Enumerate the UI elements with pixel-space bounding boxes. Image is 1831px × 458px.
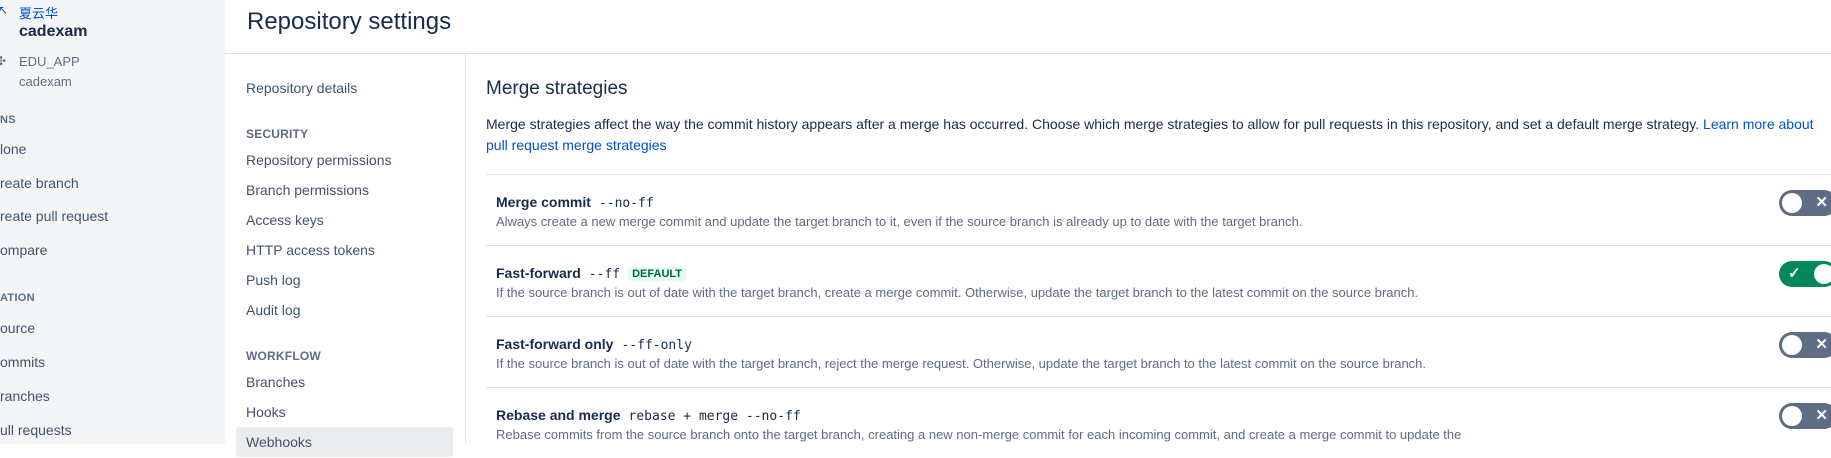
strategy-rebase-and-merge: Rebase and merge rebase + merge --no-ff R…	[486, 387, 1831, 458]
strategy-description: Always create a new merge commit and upd…	[496, 214, 1303, 229]
sidebar-item-create-pull-request[interactable]: reate pull request	[0, 208, 108, 224]
strategy-description: If the source branch is out of date with…	[496, 285, 1419, 300]
strategy-command: --ff-only	[621, 338, 692, 353]
default-badge: DEFAULT	[628, 267, 687, 281]
strategy-command: rebase + merge --no-ff	[628, 409, 801, 424]
settings-nav: Repository details SECURITY Repository p…	[225, 54, 465, 457]
sidebar-item-commits[interactable]: ommits	[0, 354, 45, 370]
repository-icon: ✣	[0, 54, 7, 68]
repository-name[interactable]: EDU_APP	[19, 54, 80, 69]
toggle-knob	[1814, 264, 1831, 284]
strategy-command: --no-ff	[598, 196, 654, 211]
close-icon: ✕	[1815, 407, 1828, 424]
nav-access-keys[interactable]: Access keys	[246, 212, 324, 228]
back-arrow-icon[interactable]: ↖	[0, 3, 8, 17]
nav-branches[interactable]: Branches	[246, 374, 305, 390]
strategy-merge-commit: Merge commit --no-ff Always create a new …	[486, 174, 1831, 245]
project-name[interactable]: cadexam	[19, 23, 88, 41]
nav-repository-permissions[interactable]: Repository permissions	[246, 152, 392, 168]
nav-workflow-heading: WORKFLOW	[246, 349, 321, 363]
close-icon: ✕	[1815, 194, 1828, 211]
main-content: Merge strategies Merge strategies affect…	[466, 54, 1831, 444]
strategy-name: Fast-forward only	[496, 336, 614, 352]
strategy-description: If the source branch is out of date with…	[496, 356, 1427, 371]
sidebar-item-branches[interactable]: ranches	[0, 388, 50, 404]
nav-push-log[interactable]: Push log	[246, 272, 300, 288]
repository-project[interactable]: cadexam	[19, 74, 72, 89]
strategy-name-row: Merge commit --no-ff	[496, 194, 654, 211]
strategy-name: Rebase and merge	[496, 407, 621, 423]
sidebar-item-pull-requests[interactable]: ull requests	[0, 422, 72, 438]
merge-strategies-title: Merge strategies	[486, 78, 628, 99]
strategy-name: Fast-forward	[496, 265, 581, 281]
check-icon: ✓	[1788, 265, 1801, 282]
toggle-knob	[1782, 406, 1802, 426]
rebase-and-merge-toggle[interactable]: ✕	[1779, 403, 1831, 429]
description-text: Merge strategies affect the way the comm…	[486, 116, 1700, 132]
sidebar-item-source[interactable]: ource	[0, 320, 35, 336]
strategy-name-row: Fast-forward only --ff-only	[496, 336, 692, 353]
strategy-name-row: Fast-forward --ff DEFAULT	[496, 265, 687, 282]
strategy-fast-forward: Fast-forward --ff DEFAULT If the source br…	[486, 245, 1831, 316]
actions-heading: NS	[0, 114, 16, 126]
nav-http-access-tokens[interactable]: HTTP access tokens	[246, 242, 375, 258]
strategy-name: Merge commit	[496, 194, 591, 210]
close-icon: ✕	[1815, 336, 1828, 353]
nav-hooks[interactable]: Hooks	[246, 404, 286, 420]
nav-webhooks[interactable]: Webhooks	[246, 434, 312, 450]
nav-security-heading: SECURITY	[246, 127, 309, 141]
nav-repository-details[interactable]: Repository details	[246, 80, 357, 96]
merge-strategies-description: Merge strategies affect the way the comm…	[486, 114, 1826, 156]
strategy-name-row: Rebase and merge rebase + merge --no-ff	[496, 407, 801, 424]
user-name[interactable]: 夏云华	[19, 3, 58, 22]
merge-commit-toggle[interactable]: ✕	[1779, 190, 1831, 216]
fast-forward-toggle[interactable]: ✓	[1779, 261, 1831, 287]
global-sidebar: ↖ 夏云华 cadexam ✣ EDU_APP cadexam NS lone …	[0, 0, 225, 444]
page-title: Repository settings	[247, 8, 452, 35]
strategy-command: --ff	[588, 267, 621, 282]
nav-audit-log[interactable]: Audit log	[246, 302, 300, 318]
navigation-heading: ATION	[0, 292, 35, 304]
sidebar-item-clone[interactable]: lone	[0, 141, 26, 157]
sidebar-item-create-branch[interactable]: reate branch	[0, 175, 79, 191]
strategy-description: Rebase commits from the source branch on…	[496, 427, 1462, 442]
nav-branch-permissions[interactable]: Branch permissions	[246, 182, 369, 198]
fast-forward-only-toggle[interactable]: ✕	[1779, 332, 1831, 358]
toggle-knob	[1782, 335, 1802, 355]
sidebar-item-compare[interactable]: ompare	[0, 242, 47, 258]
strategy-fast-forward-only: Fast-forward only --ff-only If the source…	[486, 316, 1831, 387]
toggle-knob	[1782, 193, 1802, 213]
